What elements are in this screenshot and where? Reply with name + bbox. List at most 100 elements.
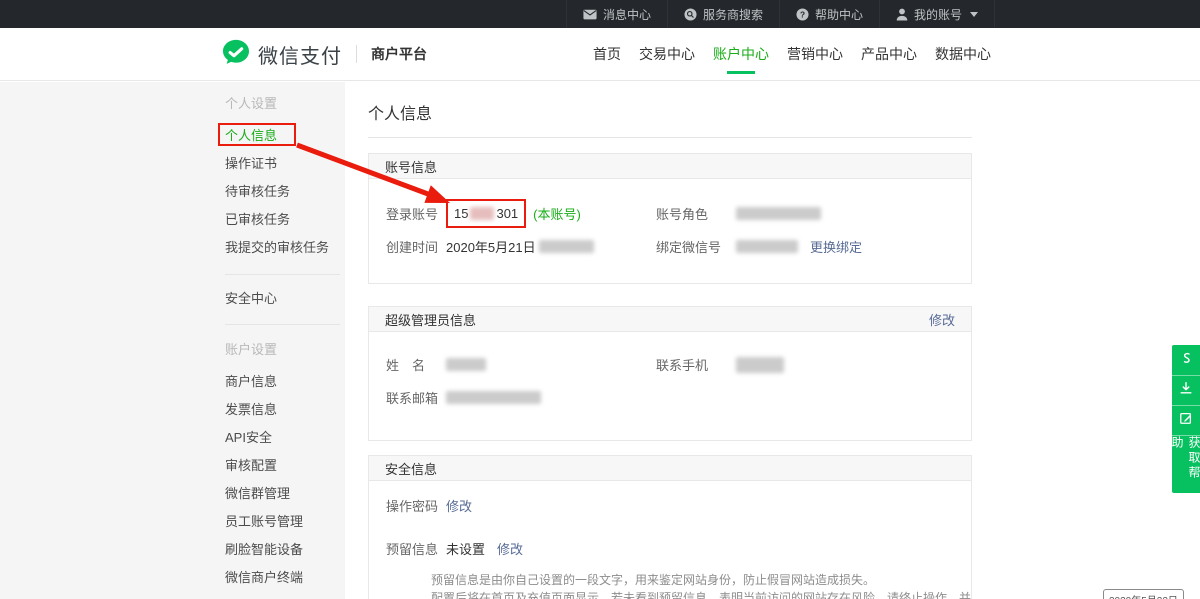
contact-email-label: 联系邮箱 [386,388,446,407]
topbar-item-label: 服务商搜索 [703,6,763,23]
title-divider [368,137,972,138]
security-info-card-body: 操作密码 修改 预留信息 未设置 修改 预留信息是由你自己设置的一段文字，用来鉴… [369,481,971,599]
nav-account-center[interactable]: 账户中心 [704,28,778,80]
sidebar-item-my-submitted-tasks[interactable]: 我提交的审核任务 [225,234,340,262]
svg-text:?: ? [800,9,805,19]
sidebar-item-security-center[interactable]: 安全中心 [225,285,340,313]
reserved-info-description: 预留信息是由你自己设置的一段文字，用来鉴定网站身份，防止假冒网站造成损失。 配置… [369,571,971,599]
topbar-item-label: 我的账号 [914,6,962,23]
sidebar-item-invoice-info[interactable]: 发票信息 [225,396,340,424]
account-info-card-header: 账号信息 [369,154,971,179]
sidebar-item-api-security[interactable]: API安全 [225,424,340,452]
created-time-masked [539,240,594,253]
wechat-pay-bubble-icon [222,39,250,70]
logo-title: 微信支付 [258,40,342,69]
header: 微信支付 商户平台 首页 交易中心 账户中心 营销中心 产品中心 数据中心 [0,28,1200,81]
created-time-label: 创建时间 [386,237,446,256]
mail-icon [583,9,597,20]
contact-email-masked [446,391,541,404]
account-role-label: 账号角色 [656,204,736,223]
logo-separator [356,45,357,63]
feedback-button[interactable] [1172,405,1200,435]
topbar-item-my-account[interactable]: 我的账号 [879,0,995,28]
sidebar-item-personal-info[interactable]: 个人信息 [225,122,340,150]
sidebar-divider [225,274,340,275]
bound-wechat-label: 绑定微信号 [656,237,736,256]
contact-phone-masked [736,357,784,373]
user-icon [896,8,908,21]
portal-name: 商户平台 [371,44,427,64]
link-button[interactable] [1172,345,1200,375]
nav-home[interactable]: 首页 [584,28,630,80]
login-account-suffix: 301 [496,206,518,221]
download-button[interactable] [1172,375,1200,405]
sidebar-item-reviewed-tasks[interactable]: 已审核任务 [225,206,340,234]
admin-name-masked [446,358,486,371]
left-panel: 个人设置 个人信息 操作证书 待审核任务 已审核任务 我提交的审核任务 安全中心… [0,82,345,599]
login-account-label: 登录账号 [386,204,446,223]
section-title: 安全信息 [385,459,437,478]
get-help-button[interactable]: 获取帮助 [1172,435,1200,493]
date-tooltip: 2020年5月22日 [1103,589,1184,599]
sidebar-item-face-recognition-devices[interactable]: 刷脸智能设备 [225,536,340,564]
security-info-card-header: 安全信息 [369,456,971,481]
page-title: 个人信息 [368,100,972,124]
super-admin-card-body: 姓 名 联系手机 联系邮箱 [369,332,971,440]
description-line: 预留信息是由你自己设置的一段文字，用来鉴定网站身份，防止假冒网站造成损失。 [431,571,971,589]
admin-name-label: 姓 名 [386,355,446,374]
edit-icon [1179,411,1193,430]
chevron-down-icon [970,12,978,17]
wechat-pay-logo[interactable]: 微信支付 商户平台 [222,39,427,70]
account-info-card: 账号信息 登录账号 15 301 (本账号) 账号角色 [368,153,972,284]
search-icon [684,8,697,21]
sidebar-item-review-config[interactable]: 审核配置 [225,452,340,480]
topbar-item-help-center[interactable]: ? 帮助中心 [779,0,879,28]
security-info-card: 安全信息 操作密码 修改 预留信息 未设置 修改 预留信息是由你自己设置的一段文… [368,455,972,599]
rebind-link[interactable]: 更换绑定 [810,237,862,256]
floating-help-panel: 获取帮助 [1172,345,1200,493]
sidebar-item-wechat-group-management[interactable]: 微信群管理 [225,480,340,508]
topbar-item-label: 消息中心 [603,6,651,23]
topbar-item-provider-search[interactable]: 服务商搜索 [667,0,779,28]
operation-password-label: 操作密码 [386,496,446,515]
sidebar-group-account-settings: 账户设置 [225,336,340,364]
help-icon: ? [796,8,809,21]
sidebar-item-wechat-merchant-terminal[interactable]: 微信商户终端 [225,564,340,592]
nav-data-center[interactable]: 数据中心 [926,28,1000,80]
reserved-edit-link[interactable]: 修改 [497,539,523,558]
super-admin-card: 超级管理员信息 修改 姓 名 联系手机 联系邮箱 [368,306,972,441]
description-line: 配置后将在首页及充值页面显示。若未看到预留信息，表明当前访问的网站存在风险，请终… [431,589,971,599]
main-nav: 首页 交易中心 账户中心 营销中心 产品中心 数据中心 [584,28,1000,80]
annotation-red-box-login-account: 15 301 [446,199,526,228]
sidebar-item-operation-certificate[interactable]: 操作证书 [225,150,340,178]
sidebar: 个人设置 个人信息 操作证书 待审核任务 已审核任务 我提交的审核任务 安全中心… [225,90,340,599]
bound-wechat-masked [736,240,798,253]
password-edit-link[interactable]: 修改 [446,496,472,515]
reserved-info-label: 预留信息 [386,539,446,558]
topbar: 消息中心 服务商搜索 ? 帮助中心 我的账号 [0,0,1200,28]
admin-edit-link[interactable]: 修改 [929,310,955,329]
nav-product-center[interactable]: 产品中心 [852,28,926,80]
sidebar-item-pending-review-tasks[interactable]: 待审核任务 [225,178,340,206]
login-account-masked [470,207,494,220]
main-content: 个人信息 账号信息 登录账号 15 301 (本账号) [368,82,972,599]
nav-transaction-center[interactable]: 交易中心 [630,28,704,80]
section-title: 超级管理员信息 [385,310,476,329]
super-admin-card-header: 超级管理员信息 修改 [369,307,971,332]
account-info-card-body: 登录账号 15 301 (本账号) 账号角色 [369,179,971,283]
nav-marketing-center[interactable]: 营销中心 [778,28,852,80]
sidebar-group-personal-settings: 个人设置 [225,90,340,118]
sidebar-divider [225,324,340,325]
section-title: 账号信息 [385,157,437,176]
download-icon [1179,381,1193,400]
topbar-item-messages[interactable]: 消息中心 [566,0,667,28]
sidebar-item-merchant-info[interactable]: 商户信息 [225,368,340,396]
own-account-note: (本账号) [533,204,581,223]
login-account-prefix: 15 [454,206,468,221]
account-role-masked [736,207,821,220]
contact-phone-label: 联系手机 [656,355,736,374]
created-time-value: 2020年5月21日 [446,237,536,256]
sidebar-item-staff-account-management[interactable]: 员工账号管理 [225,508,340,536]
link-icon [1179,351,1193,370]
topbar-item-label: 帮助中心 [815,6,863,23]
